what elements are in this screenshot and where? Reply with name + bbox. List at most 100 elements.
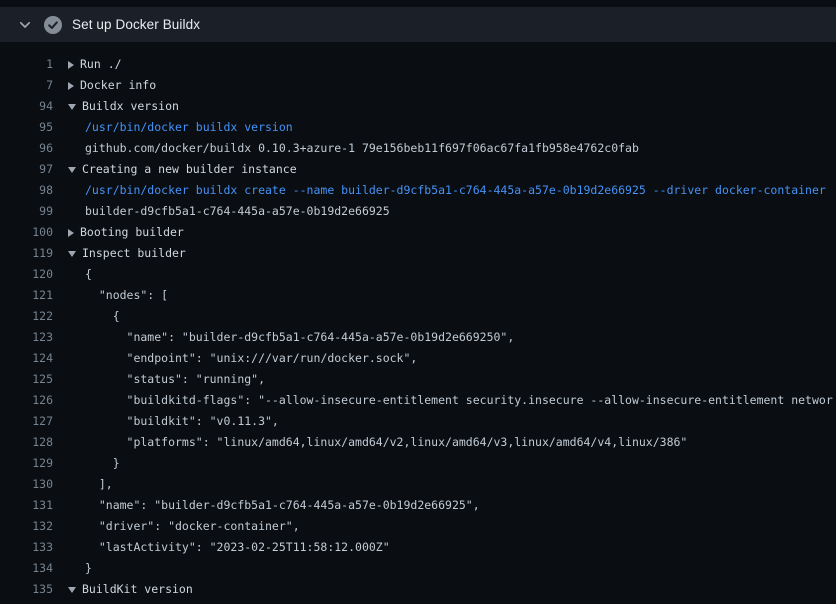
line-number[interactable]: 97 — [0, 159, 53, 180]
log-content: /usr/bin/docker buildx version — [53, 117, 836, 138]
log-line: 96github.com/docker/buildx 0.10.3+azure-… — [0, 138, 836, 159]
output-text: { — [85, 306, 120, 327]
log-line: 120{ — [0, 264, 836, 285]
group-title: Docker info — [80, 75, 156, 96]
line-number[interactable]: 125 — [0, 369, 53, 390]
triangle-down-icon[interactable] — [68, 251, 76, 257]
log-content: "driver": "docker-container", — [53, 516, 836, 537]
line-number[interactable]: 122 — [0, 306, 53, 327]
line-number[interactable]: 128 — [0, 432, 53, 453]
output-text: } — [85, 453, 120, 474]
log-content: "buildkitd-flags": "--allow-insecure-ent… — [53, 390, 836, 411]
line-number[interactable]: 100 — [0, 222, 53, 243]
log-line: 123 "name": "builder-d9cfb5a1-c764-445a-… — [0, 327, 836, 348]
log-group-toggle[interactable]: Inspect builder — [53, 243, 836, 264]
log-content: builder-d9cfb5a1-c764-445a-a57e-0b19d2e6… — [53, 201, 836, 222]
log-line: 125 "status": "running", — [0, 369, 836, 390]
line-number[interactable]: 132 — [0, 516, 53, 537]
log-line: 124 "endpoint": "unix:///var/run/docker.… — [0, 348, 836, 369]
log-line: 134} — [0, 558, 836, 579]
line-number[interactable]: 135 — [0, 579, 53, 600]
line-number[interactable]: 94 — [0, 96, 53, 117]
line-number[interactable]: 129 — [0, 453, 53, 474]
triangle-right-icon[interactable] — [68, 229, 74, 237]
line-number[interactable]: 119 — [0, 243, 53, 264]
line-number[interactable]: 96 — [0, 138, 53, 159]
line-number[interactable]: 131 — [0, 495, 53, 516]
log-group-toggle[interactable]: BuildKit version — [53, 579, 836, 600]
log-content: "name": "builder-d9cfb5a1-c764-445a-a57e… — [53, 327, 836, 348]
log-line: 94Buildx version — [0, 96, 836, 117]
log-lines: 1Run ./7Docker info94Buildx version95/us… — [0, 54, 836, 604]
log-line: 95/usr/bin/docker buildx version — [0, 117, 836, 138]
log-content: { — [53, 264, 836, 285]
output-text: "status": "running", — [85, 369, 265, 390]
check-circle-icon — [44, 16, 62, 34]
output-text: "buildkitd-flags": "--allow-insecure-ent… — [85, 390, 833, 411]
group-title: Inspect builder — [82, 243, 186, 264]
chevron-down-icon[interactable] — [18, 18, 32, 32]
line-number[interactable]: 7 — [0, 75, 53, 96]
line-number[interactable]: 127 — [0, 411, 53, 432]
output-text: "endpoint": "unix:///var/run/docker.sock… — [85, 348, 417, 369]
log-content: "name": "builder-d9cfb5a1-c764-445a-a57e… — [53, 495, 836, 516]
output-text: builder-d9cfb5a1-c764-445a-a57e-0b19d2e6… — [85, 600, 459, 604]
line-number[interactable]: 1 — [0, 54, 53, 75]
log-group-toggle[interactable]: Booting builder — [53, 222, 836, 243]
line-number[interactable]: 98 — [0, 180, 53, 201]
log-content: ], — [53, 474, 836, 495]
log-content: "status": "running", — [53, 369, 836, 390]
log-group-toggle[interactable]: Buildx version — [53, 96, 836, 117]
output-text: "platforms": "linux/amd64,linux/amd64/v2… — [85, 432, 687, 453]
log-group-toggle[interactable]: Docker info — [53, 75, 836, 96]
log-line: 128 "platforms": "linux/amd64,linux/amd6… — [0, 432, 836, 453]
line-number[interactable]: 95 — [0, 117, 53, 138]
output-text: "name": "builder-d9cfb5a1-c764-445a-a57e… — [85, 327, 514, 348]
log-line: 122 { — [0, 306, 836, 327]
line-number[interactable]: 124 — [0, 348, 53, 369]
line-number[interactable]: 136 — [0, 600, 53, 604]
line-number[interactable]: 126 — [0, 390, 53, 411]
group-title: Creating a new builder instance — [82, 159, 297, 180]
log-line: 99 builder-d9cfb5a1-c764-445a-a57e-0b19d2… — [0, 201, 836, 222]
step-title: Set up Docker Buildx — [72, 17, 200, 32]
step-header[interactable]: Set up Docker Buildx — [0, 7, 836, 42]
line-number[interactable]: 99 — [0, 201, 53, 222]
line-number[interactable]: 134 — [0, 558, 53, 579]
log-content: "platforms": "linux/amd64,linux/amd64/v2… — [53, 432, 836, 453]
line-number[interactable]: 130 — [0, 474, 53, 495]
log-line: 119 Inspect builder — [0, 243, 836, 264]
log-group-toggle[interactable]: Creating a new builder instance — [53, 159, 836, 180]
line-number[interactable]: 133 — [0, 537, 53, 558]
log-line: 126 "buildkitd-flags": "--allow-insecure… — [0, 390, 836, 411]
triangle-right-icon[interactable] — [68, 61, 74, 69]
line-number[interactable]: 123 — [0, 327, 53, 348]
log-line: 98/usr/bin/docker buildx create --name b… — [0, 180, 836, 201]
log-line: 129 } — [0, 453, 836, 474]
output-text: ], — [85, 474, 113, 495]
triangle-down-icon[interactable] — [68, 104, 76, 110]
line-number[interactable]: 120 — [0, 264, 53, 285]
log-line: 7 Docker info — [0, 75, 836, 96]
log-line: 121 "nodes": [ — [0, 285, 836, 306]
log-line: 97 Creating a new builder instance — [0, 159, 836, 180]
log-content: "lastActivity": "2023-02-25T11:58:12.000… — [53, 537, 836, 558]
command-text: /usr/bin/docker buildx version — [85, 117, 293, 138]
log-line: 127 "buildkit": "v0.11.3", — [0, 411, 836, 432]
triangle-right-icon[interactable] — [68, 82, 74, 90]
triangle-down-icon[interactable] — [68, 587, 76, 593]
log-content: "buildkit": "v0.11.3", — [53, 411, 836, 432]
log-line: 1Run ./ — [0, 54, 836, 75]
log-content: { — [53, 306, 836, 327]
log-line: 130 ], — [0, 474, 836, 495]
output-text: "driver": "docker-container", — [85, 516, 300, 537]
log-line: 132 "driver": "docker-container", — [0, 516, 836, 537]
output-text: "buildkit": "v0.11.3", — [85, 411, 279, 432]
log-group-toggle[interactable]: Run ./ — [53, 54, 836, 75]
output-text: "nodes": [ — [85, 285, 168, 306]
triangle-down-icon[interactable] — [68, 167, 76, 173]
line-number[interactable]: 121 — [0, 285, 53, 306]
log-content: "nodes": [ — [53, 285, 836, 306]
output-text: builder-d9cfb5a1-c764-445a-a57e-0b19d2e6… — [85, 201, 390, 222]
log-content: } — [53, 558, 836, 579]
